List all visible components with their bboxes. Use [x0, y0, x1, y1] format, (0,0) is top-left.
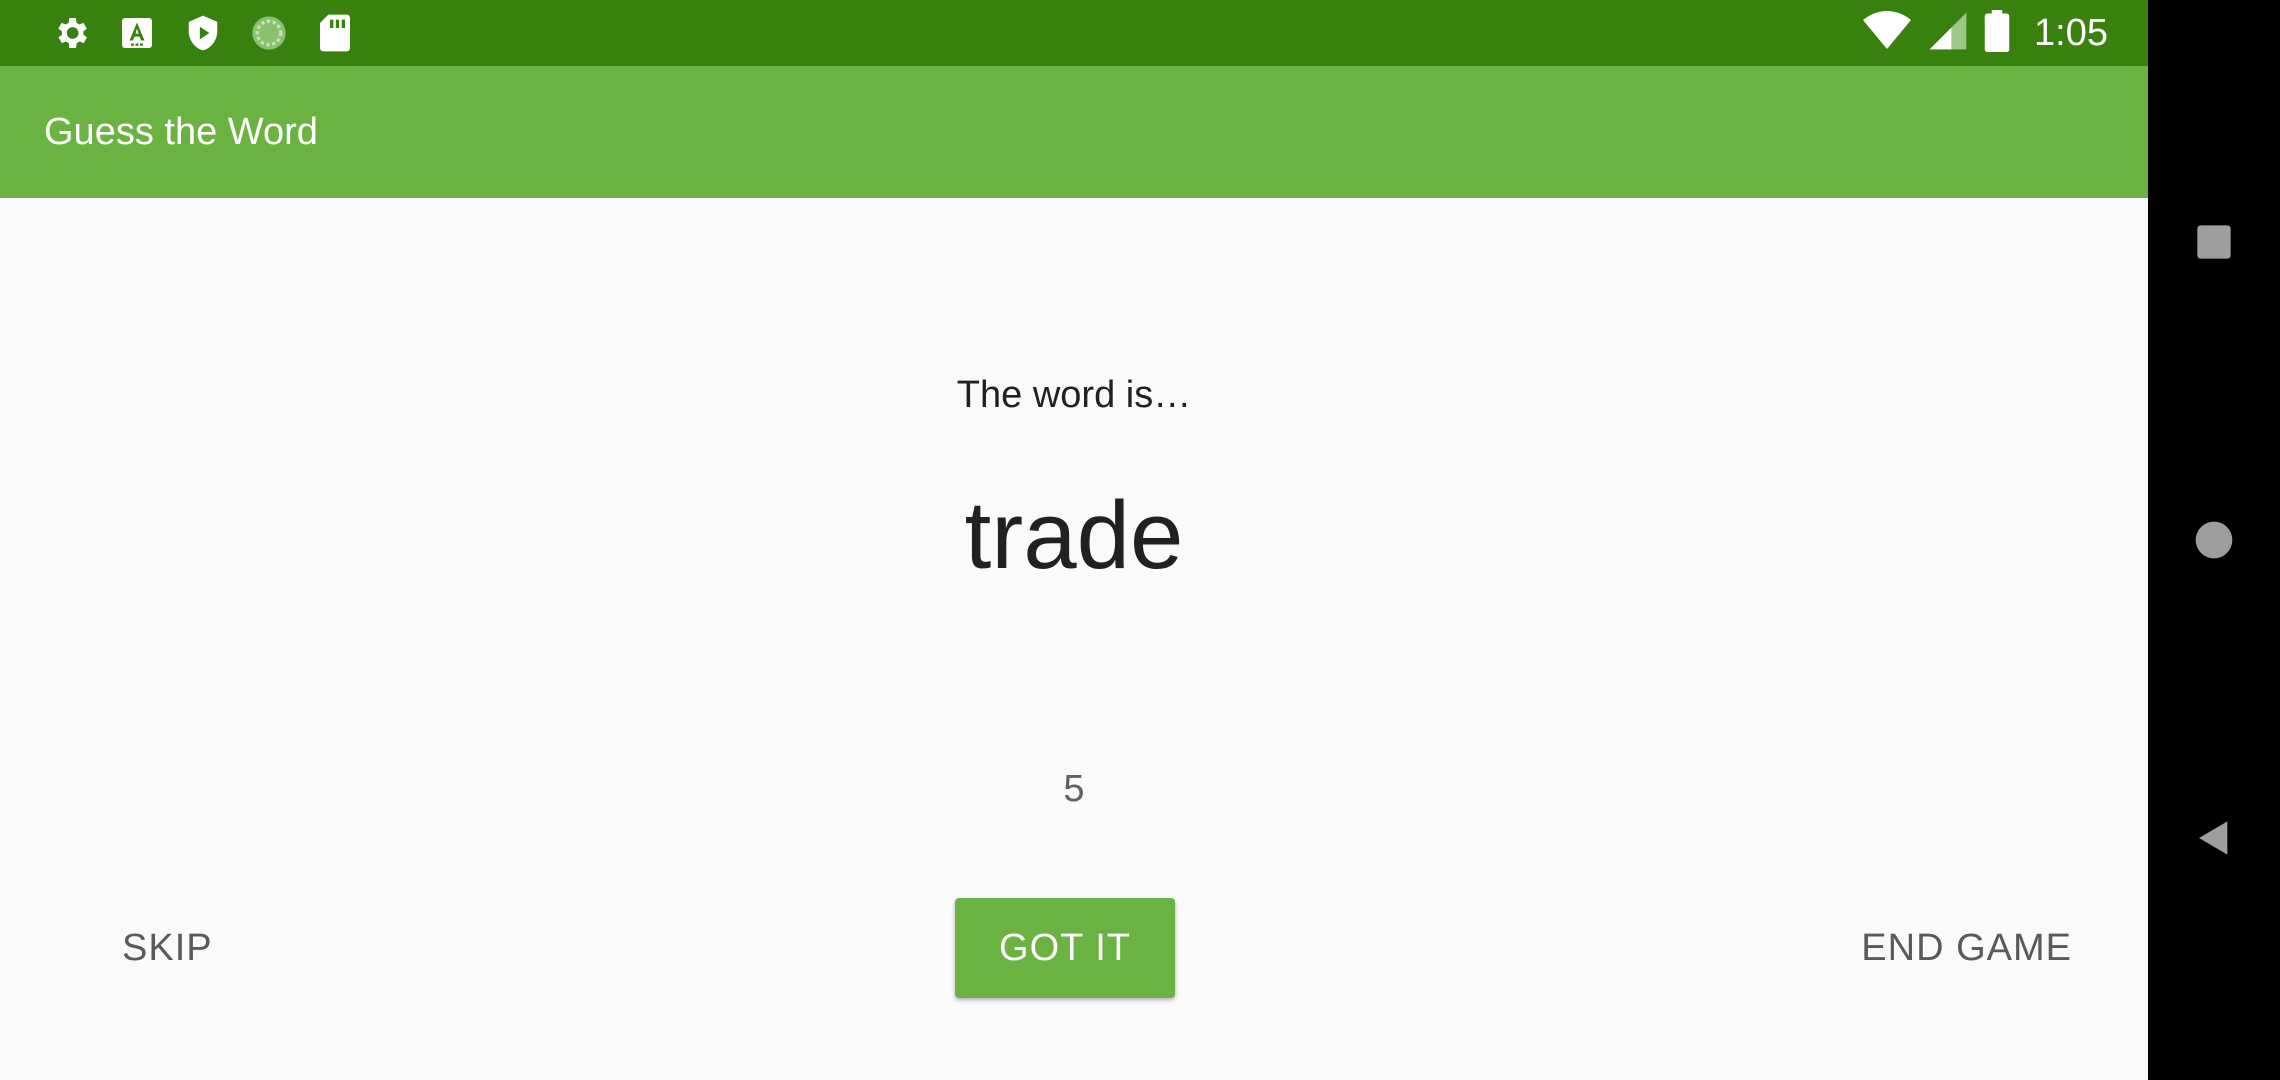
game-content: The word is… trade 5 SKIP GOT IT END GAM…	[0, 198, 2148, 1080]
word-label: The word is…	[956, 374, 1192, 416]
screen: 1:05 Guess the Word The word is… trade 5…	[0, 0, 2280, 1080]
sync-circle-icon	[246, 10, 292, 56]
home-circle-icon	[2195, 521, 2233, 559]
cellular-signal-icon	[1928, 11, 1968, 56]
current-word: trade	[964, 482, 1184, 589]
navigation-bar	[2148, 0, 2280, 1080]
timer-value: 5	[1063, 768, 1085, 810]
battery-icon	[1984, 9, 2010, 57]
font-a-icon	[114, 10, 160, 56]
back-button[interactable]	[2148, 778, 2280, 898]
app-bar: Guess the Word	[0, 66, 2148, 198]
status-bar: 1:05	[0, 0, 2148, 66]
status-icons-right: 1:05	[1862, 8, 2108, 58]
sd-card-icon	[312, 10, 358, 56]
home-button[interactable]	[2148, 480, 2280, 600]
skip-button[interactable]: SKIP	[102, 898, 233, 998]
status-icons-left	[48, 10, 358, 56]
gear-icon	[48, 10, 94, 56]
wifi-icon	[1862, 10, 1912, 56]
end-game-button[interactable]: END GAME	[1841, 898, 2092, 998]
shield-play-icon	[180, 10, 226, 56]
recents-square-icon	[2197, 225, 2231, 259]
recents-button[interactable]	[2148, 182, 2280, 302]
back-triangle-icon	[2199, 821, 2228, 855]
status-time: 1:05	[2034, 11, 2108, 54]
app-title: Guess the Word	[44, 111, 318, 153]
got-it-button[interactable]: GOT IT	[955, 898, 1175, 998]
